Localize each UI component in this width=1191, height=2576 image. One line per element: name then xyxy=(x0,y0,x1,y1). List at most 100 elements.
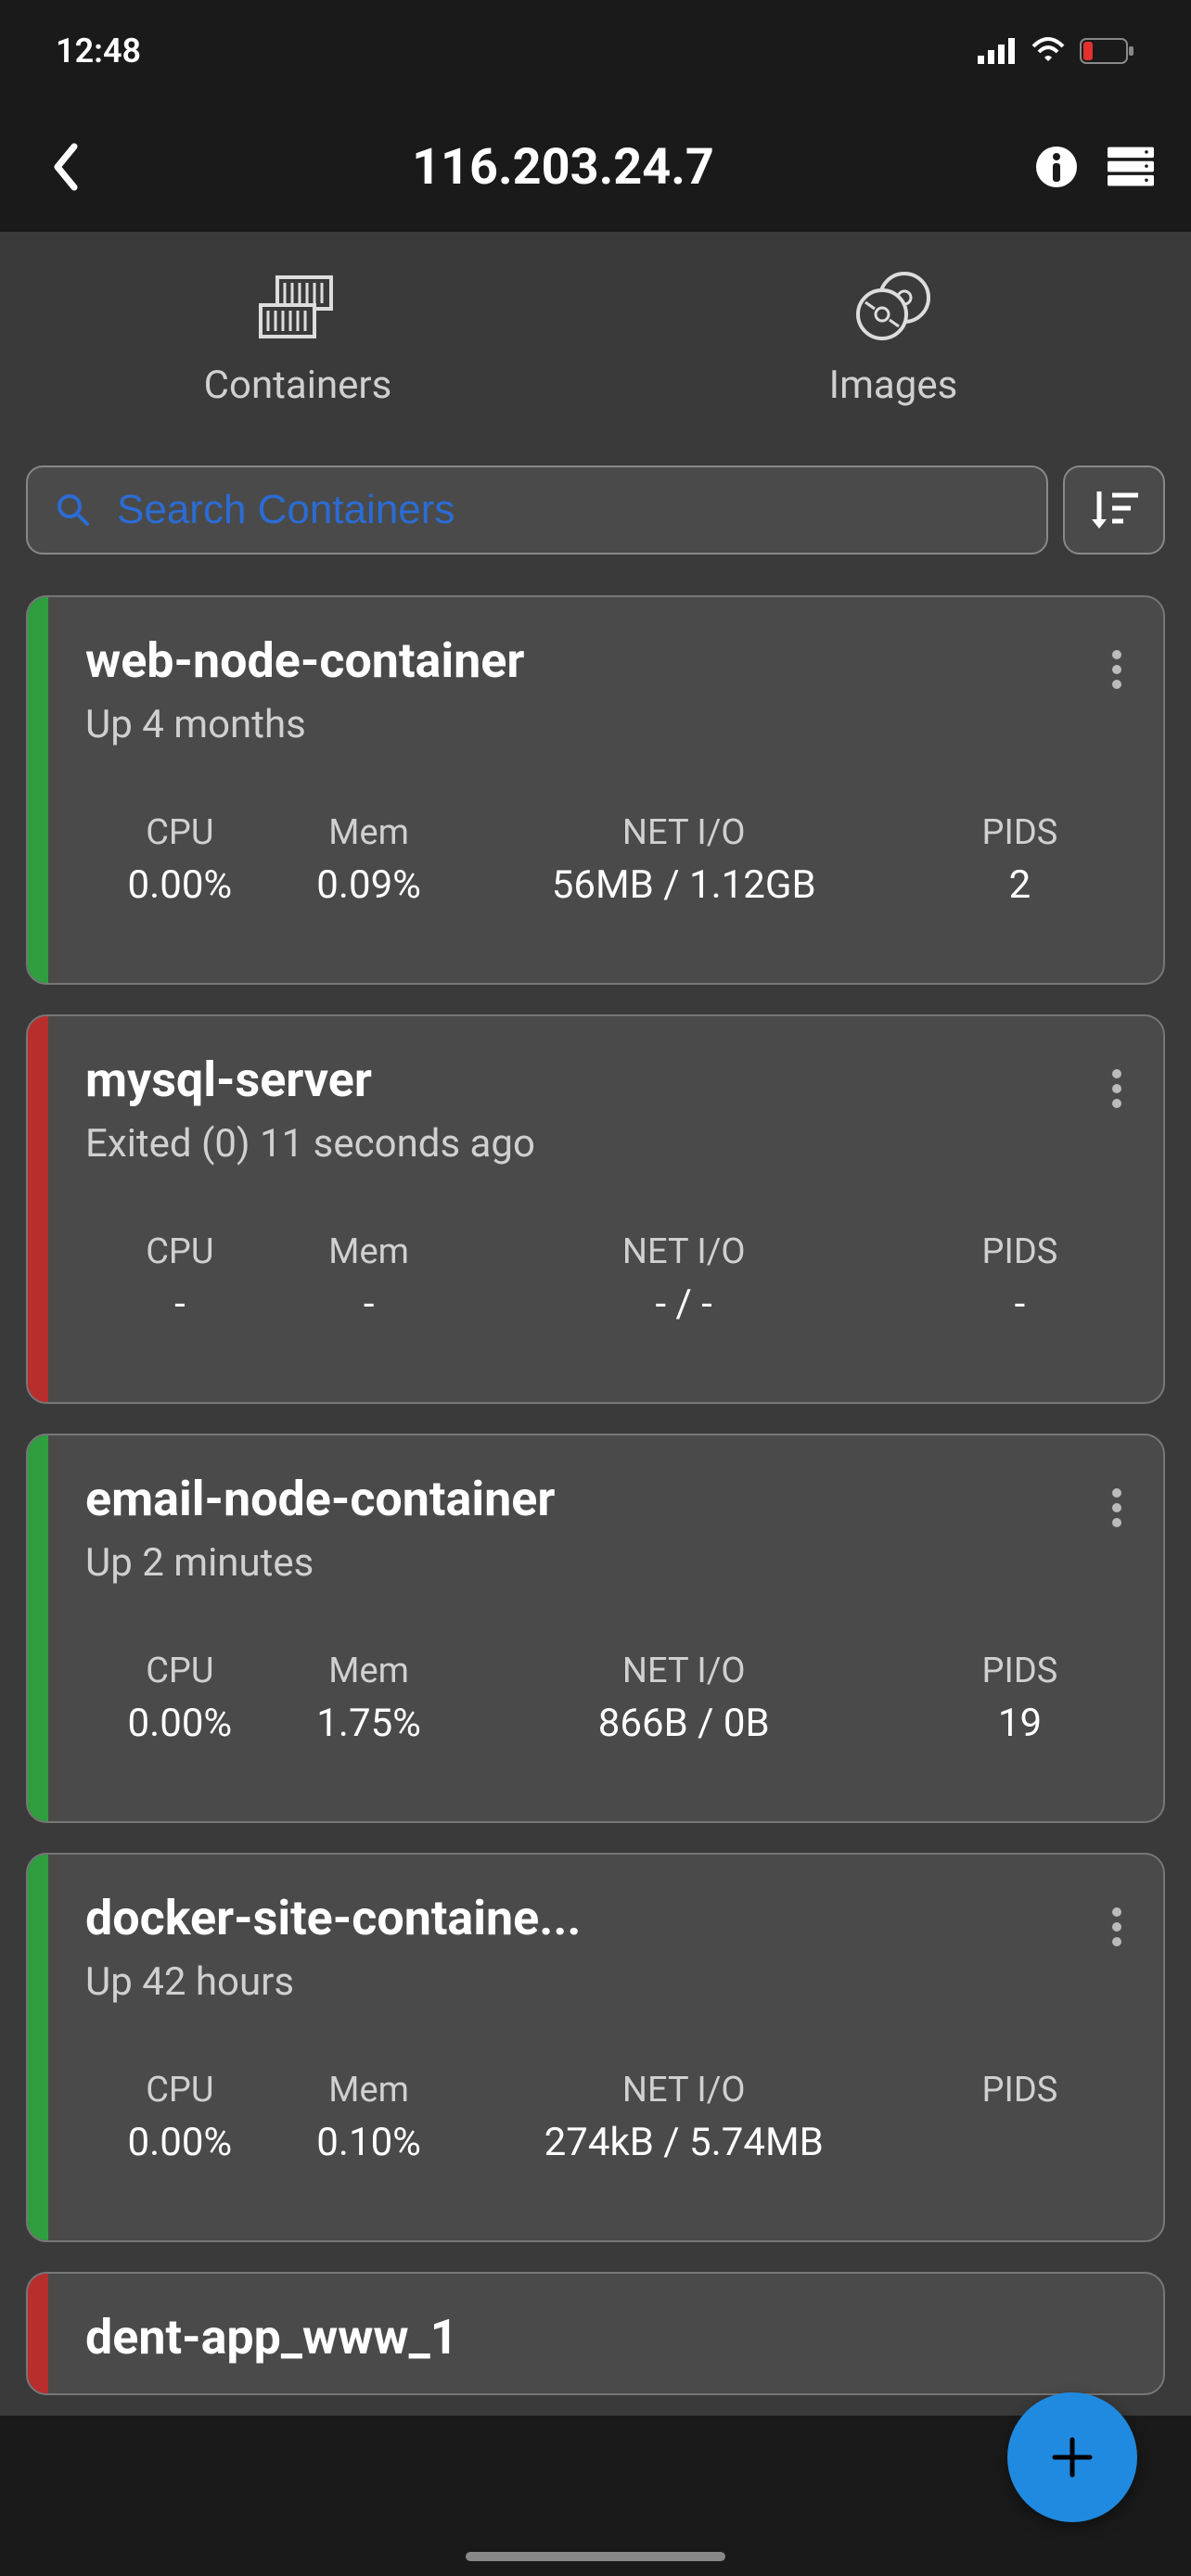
server-list-button[interactable] xyxy=(1108,144,1154,190)
stat-pids: PIDS 19 xyxy=(904,1651,1135,1746)
status-strip-running xyxy=(28,1855,48,2240)
stat-label: Mem xyxy=(328,812,409,853)
stat-value: 19 xyxy=(998,1701,1042,1746)
stat-pids: PIDS 2 xyxy=(904,812,1135,908)
stat-cpu: CPU 0.00% xyxy=(85,1651,275,1746)
server-list-icon xyxy=(1108,145,1154,189)
tab-images[interactable]: Images xyxy=(596,232,1191,445)
stat-value: 0.00% xyxy=(128,1701,233,1746)
search-row xyxy=(0,445,1191,575)
disc-icon xyxy=(847,270,940,344)
status-strip-running xyxy=(28,1435,48,1821)
stat-label: Mem xyxy=(328,1651,409,1691)
more-button[interactable] xyxy=(1098,1052,1135,1126)
stat-label: CPU xyxy=(146,1231,213,1272)
back-button[interactable] xyxy=(37,139,93,195)
stat-netio: NET I/O 866B / 0B xyxy=(464,1651,904,1746)
stat-cpu: CPU - xyxy=(85,1231,275,1327)
stat-label: CPU xyxy=(146,2070,213,2111)
container-card[interactable]: mysql-server Exited (0) 11 seconds ago C… xyxy=(26,1014,1165,1404)
container-icon xyxy=(251,270,344,344)
stat-value: 56MB / 1.12GB xyxy=(552,862,816,908)
stat-mem: Mem 0.09% xyxy=(275,812,464,908)
stat-value: 0.09% xyxy=(316,862,421,908)
search-input[interactable] xyxy=(117,487,1018,533)
stat-value: - xyxy=(364,1282,375,1327)
stat-label: NET I/O xyxy=(622,2070,746,2111)
stat-label: PIDS xyxy=(982,1231,1058,1272)
stat-label: Mem xyxy=(328,1231,409,1272)
container-card[interactable]: dent-app_www_1 xyxy=(26,2272,1165,2395)
stats-row: CPU 0.00% Mem 0.10% NET I/O 274kB / 5.74… xyxy=(85,2070,1135,2165)
status-strip-exited xyxy=(28,1016,48,1402)
info-icon xyxy=(1034,145,1079,189)
stat-netio: NET I/O - / - xyxy=(464,1231,904,1327)
search-box[interactable] xyxy=(26,465,1048,555)
stat-cpu: CPU 0.00% xyxy=(85,812,275,908)
stat-label: PIDS xyxy=(982,2070,1058,2111)
container-card[interactable]: email-node-container Up 2 minutes CPU 0.… xyxy=(26,1434,1165,1823)
stat-value: 2 xyxy=(1009,862,1031,908)
stat-value: - xyxy=(174,1282,186,1327)
stat-netio: NET I/O 274kB / 5.74MB xyxy=(464,2070,904,2165)
header-actions xyxy=(1033,144,1154,190)
stat-value: 0.00% xyxy=(128,2120,233,2165)
status-time: 12:48 xyxy=(56,32,141,70)
stat-label: CPU xyxy=(146,812,213,853)
more-vertical-icon xyxy=(1111,1066,1122,1111)
battery-icon xyxy=(1080,38,1135,64)
wifi-icon xyxy=(1030,37,1067,65)
status-icons xyxy=(978,37,1135,65)
more-vertical-icon xyxy=(1111,647,1122,692)
container-name: dent-app_www_1 xyxy=(85,2309,1135,2366)
stat-pids: PIDS xyxy=(904,2070,1135,2165)
more-button[interactable] xyxy=(1098,632,1135,707)
search-icon xyxy=(56,492,91,528)
stat-cpu: CPU 0.00% xyxy=(85,2070,275,2165)
stat-label: CPU xyxy=(146,1651,213,1691)
status-strip-running xyxy=(28,597,48,983)
status-strip-exited xyxy=(28,2274,48,2393)
container-card[interactable]: web-node-container Up 4 months CPU 0.00% xyxy=(26,595,1165,985)
add-button[interactable] xyxy=(1007,2392,1137,2522)
tab-containers[interactable]: Containers xyxy=(0,232,596,445)
stat-value: 0.00% xyxy=(128,862,233,908)
tabs: Containers Images xyxy=(0,232,1191,445)
container-status: Exited (0) 11 seconds ago xyxy=(85,1121,1089,1167)
cellular-icon xyxy=(978,38,1017,64)
more-vertical-icon xyxy=(1111,1486,1122,1530)
container-status: Up 42 hours xyxy=(85,1959,1089,2005)
stat-value: - / - xyxy=(656,1282,712,1327)
stat-value: 1.75% xyxy=(316,1701,421,1746)
stat-label: PIDS xyxy=(982,1651,1058,1691)
sort-button[interactable] xyxy=(1063,465,1165,555)
container-name: mysql-server xyxy=(85,1052,1089,1108)
container-list: web-node-container Up 4 months CPU 0.00% xyxy=(0,575,1191,2416)
header: 116.203.24.7 xyxy=(0,102,1191,232)
stat-value: 274kB / 5.74MB xyxy=(544,2120,824,2165)
stat-value: - xyxy=(1015,1282,1026,1327)
stat-label: NET I/O xyxy=(622,1231,746,1272)
stats-row: CPU 0.00% Mem 0.09% NET I/O 56MB / 1.12G… xyxy=(85,812,1135,908)
stat-label: Mem xyxy=(328,2070,409,2111)
home-indicator[interactable] xyxy=(466,2552,725,2561)
container-name: web-node-container xyxy=(85,632,1089,689)
container-name: email-node-container xyxy=(85,1471,1089,1527)
container-card[interactable]: docker-site-containe... Up 42 hours CPU … xyxy=(26,1853,1165,2242)
chevron-left-icon xyxy=(50,143,80,191)
stat-label: NET I/O xyxy=(622,812,746,853)
status-bar: 12:48 xyxy=(0,0,1191,102)
more-button[interactable] xyxy=(1098,1471,1135,1545)
stat-mem: Mem 0.10% xyxy=(275,2070,464,2165)
container-status: Up 2 minutes xyxy=(85,1540,1089,1586)
container-name: docker-site-containe... xyxy=(85,1890,1089,1946)
tab-containers-label: Containers xyxy=(204,363,392,408)
stats-row: CPU 0.00% Mem 1.75% NET I/O 866B / 0B PI… xyxy=(85,1651,1135,1746)
stat-mem: Mem - xyxy=(275,1231,464,1327)
plus-icon xyxy=(1049,2434,1095,2480)
page-title: 116.203.24.7 xyxy=(93,138,1033,197)
stat-label: NET I/O xyxy=(622,1651,746,1691)
info-button[interactable] xyxy=(1033,144,1080,190)
more-button[interactable] xyxy=(1098,1890,1135,1964)
stats-row: CPU - Mem - NET I/O - / - PIDS - xyxy=(85,1231,1135,1327)
